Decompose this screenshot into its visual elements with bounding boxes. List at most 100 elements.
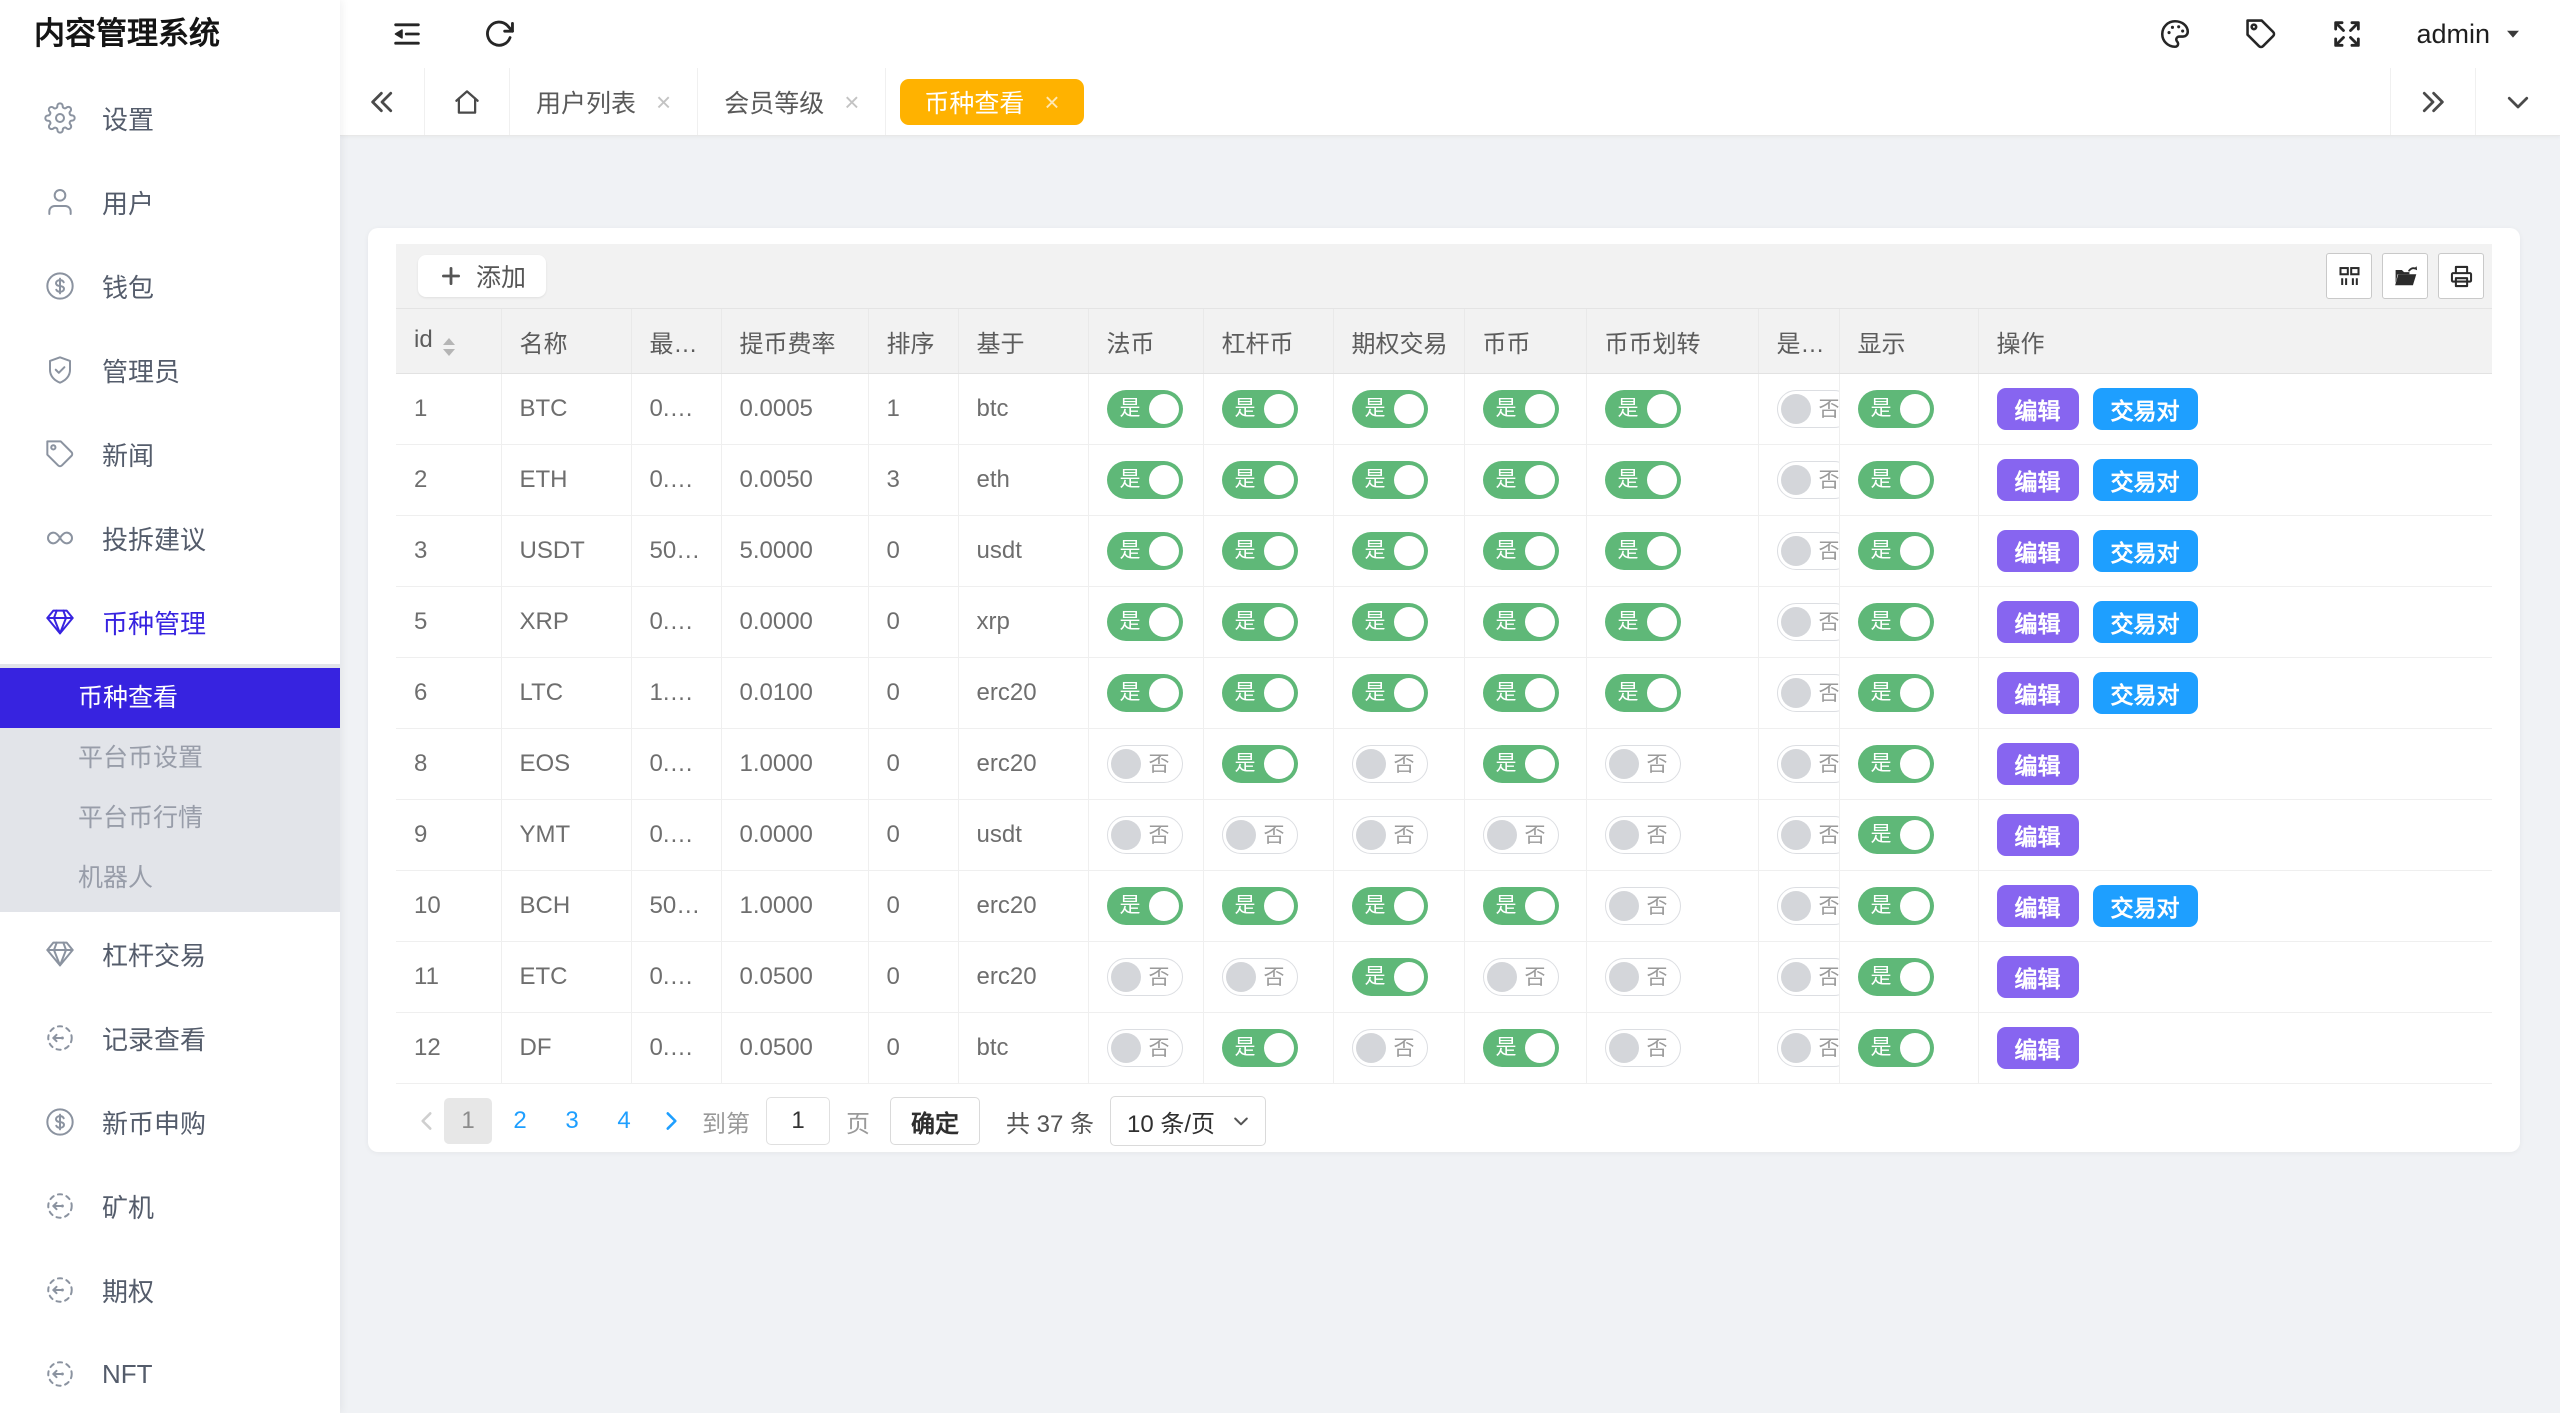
goto-page-input[interactable] [766, 1097, 830, 1145]
tag-icon[interactable] [2244, 17, 2278, 51]
toggle-币币划转[interactable]: 是 [1605, 461, 1681, 499]
sidebar-item-NFT[interactable]: NFT [0, 1332, 340, 1413]
close-icon[interactable]: × [844, 89, 859, 115]
sidebar-item-设置[interactable]: 设置 [0, 76, 340, 160]
toggle-法币[interactable]: 是 [1107, 887, 1183, 925]
sidebar-item-杠杆交易[interactable]: 杠杆交易 [0, 912, 340, 996]
toggle-法币[interactable]: 是 [1107, 532, 1183, 570]
edit-button[interactable]: 编辑 [1997, 743, 2079, 785]
toggle-法币[interactable]: 是 [1107, 603, 1183, 641]
print-icon[interactable] [2438, 253, 2484, 299]
toggle-币币划转[interactable]: 否 [1605, 958, 1681, 996]
toggle-杠杆币[interactable]: 是 [1222, 674, 1298, 712]
sidebar-item-投拆建议[interactable]: 投拆建议 [0, 496, 340, 580]
toggle-期权交易[interactable]: 否 [1352, 816, 1428, 854]
toggle-法币[interactable]: 否 [1107, 745, 1183, 783]
toggle-期权交易[interactable]: 是 [1352, 674, 1428, 712]
toggle-是…[interactable]: 否 [1777, 958, 1840, 996]
toggle-显示[interactable]: 是 [1858, 390, 1934, 428]
toggle-币币划转[interactable]: 是 [1605, 674, 1681, 712]
fullscreen-icon[interactable] [2330, 17, 2364, 51]
toggle-显示[interactable]: 是 [1858, 674, 1934, 712]
sidebar-subitem-平台币设置[interactable]: 平台币设置 [0, 728, 340, 788]
sort-icon[interactable] [443, 338, 455, 356]
toggle-币币[interactable]: 是 [1483, 603, 1559, 641]
sidebar-item-用户[interactable]: 用户 [0, 160, 340, 244]
toggle-显示[interactable]: 是 [1858, 461, 1934, 499]
toggle-显示[interactable]: 是 [1858, 532, 1934, 570]
page-size-select[interactable]: 10 条/页 [1110, 1096, 1266, 1146]
tab-会员等级[interactable]: 会员等级× [698, 68, 886, 135]
sidebar-item-矿机[interactable]: 矿机 [0, 1164, 340, 1248]
toggle-币币划转[interactable]: 否 [1605, 887, 1681, 925]
sidebar-item-期权[interactable]: 期权 [0, 1248, 340, 1332]
user-menu[interactable]: admin [2416, 19, 2524, 50]
sidebar-subitem-机器人[interactable]: 机器人 [0, 848, 340, 908]
edit-button[interactable]: 编辑 [1997, 885, 2079, 927]
toggle-币币[interactable]: 是 [1483, 745, 1559, 783]
toggle-币币划转[interactable]: 否 [1605, 745, 1681, 783]
toggle-显示[interactable]: 是 [1858, 1029, 1934, 1067]
toggle-币币[interactable]: 是 [1483, 390, 1559, 428]
edit-button[interactable]: 编辑 [1997, 956, 2079, 998]
toggle-币币[interactable]: 是 [1483, 674, 1559, 712]
toggle-币币[interactable]: 是 [1483, 887, 1559, 925]
home-tab[interactable] [425, 68, 510, 135]
toggle-是…[interactable]: 否 [1777, 461, 1840, 499]
toggle-法币[interactable]: 否 [1107, 1029, 1183, 1067]
sidebar-item-新闻[interactable]: 新闻 [0, 412, 340, 496]
refresh-icon[interactable] [482, 17, 516, 51]
toggle-币币划转[interactable]: 是 [1605, 390, 1681, 428]
sidebar-item-钱包[interactable]: 钱包 [0, 244, 340, 328]
toggle-显示[interactable]: 是 [1858, 745, 1934, 783]
toggle-币币[interactable]: 否 [1483, 958, 1559, 996]
trading-pair-button[interactable]: 交易对 [2093, 459, 2198, 501]
toggle-期权交易[interactable]: 否 [1352, 745, 1428, 783]
toggle-杠杆币[interactable]: 是 [1222, 745, 1298, 783]
page-number-3[interactable]: 3 [548, 1098, 596, 1144]
tab-币种查看[interactable]: 币种查看× [900, 79, 1083, 125]
page-number-1[interactable]: 1 [444, 1098, 492, 1144]
edit-button[interactable]: 编辑 [1997, 814, 2079, 856]
edit-button[interactable]: 编辑 [1997, 1027, 2079, 1069]
edit-button[interactable]: 编辑 [1997, 672, 2079, 714]
toggle-币币[interactable]: 是 [1483, 1029, 1559, 1067]
toggle-币币划转[interactable]: 否 [1605, 816, 1681, 854]
edit-button[interactable]: 编辑 [1997, 601, 2079, 643]
close-icon[interactable]: × [1044, 89, 1059, 115]
toggle-期权交易[interactable]: 是 [1352, 958, 1428, 996]
theme-palette-icon[interactable] [2158, 17, 2192, 51]
toggle-显示[interactable]: 是 [1858, 603, 1934, 641]
toggle-是…[interactable]: 否 [1777, 532, 1840, 570]
edit-button[interactable]: 编辑 [1997, 530, 2079, 572]
toggle-是…[interactable]: 否 [1777, 603, 1840, 641]
columns-filter-icon[interactable] [2326, 253, 2372, 299]
toggle-是…[interactable]: 否 [1777, 390, 1840, 428]
tab-用户列表[interactable]: 用户列表× [510, 68, 698, 135]
toggle-法币[interactable]: 是 [1107, 390, 1183, 428]
close-icon[interactable]: × [656, 89, 671, 115]
toggle-期权交易[interactable]: 否 [1352, 1029, 1428, 1067]
tabs-scroll-right-icon[interactable] [2390, 68, 2475, 135]
trading-pair-button[interactable]: 交易对 [2093, 530, 2198, 572]
toggle-杠杆币[interactable]: 否 [1222, 958, 1298, 996]
toggle-杠杆币[interactable]: 是 [1222, 390, 1298, 428]
toggle-杠杆币[interactable]: 否 [1222, 816, 1298, 854]
toggle-杠杆币[interactable]: 是 [1222, 1029, 1298, 1067]
trading-pair-button[interactable]: 交易对 [2093, 885, 2198, 927]
toggle-法币[interactable]: 是 [1107, 674, 1183, 712]
toggle-期权交易[interactable]: 是 [1352, 461, 1428, 499]
toggle-显示[interactable]: 是 [1858, 816, 1934, 854]
toggle-是…[interactable]: 否 [1777, 674, 1840, 712]
trading-pair-button[interactable]: 交易对 [2093, 672, 2198, 714]
page-number-4[interactable]: 4 [600, 1098, 648, 1144]
toggle-法币[interactable]: 否 [1107, 816, 1183, 854]
toggle-杠杆币[interactable]: 是 [1222, 461, 1298, 499]
toggle-币币划转[interactable]: 否 [1605, 1029, 1681, 1067]
toggle-杠杆币[interactable]: 是 [1222, 532, 1298, 570]
toggle-杠杆币[interactable]: 是 [1222, 603, 1298, 641]
next-page-icon[interactable] [654, 1108, 688, 1134]
toggle-币币[interactable]: 否 [1483, 816, 1559, 854]
toggle-显示[interactable]: 是 [1858, 958, 1934, 996]
tabs-menu-icon[interactable] [2475, 68, 2560, 135]
